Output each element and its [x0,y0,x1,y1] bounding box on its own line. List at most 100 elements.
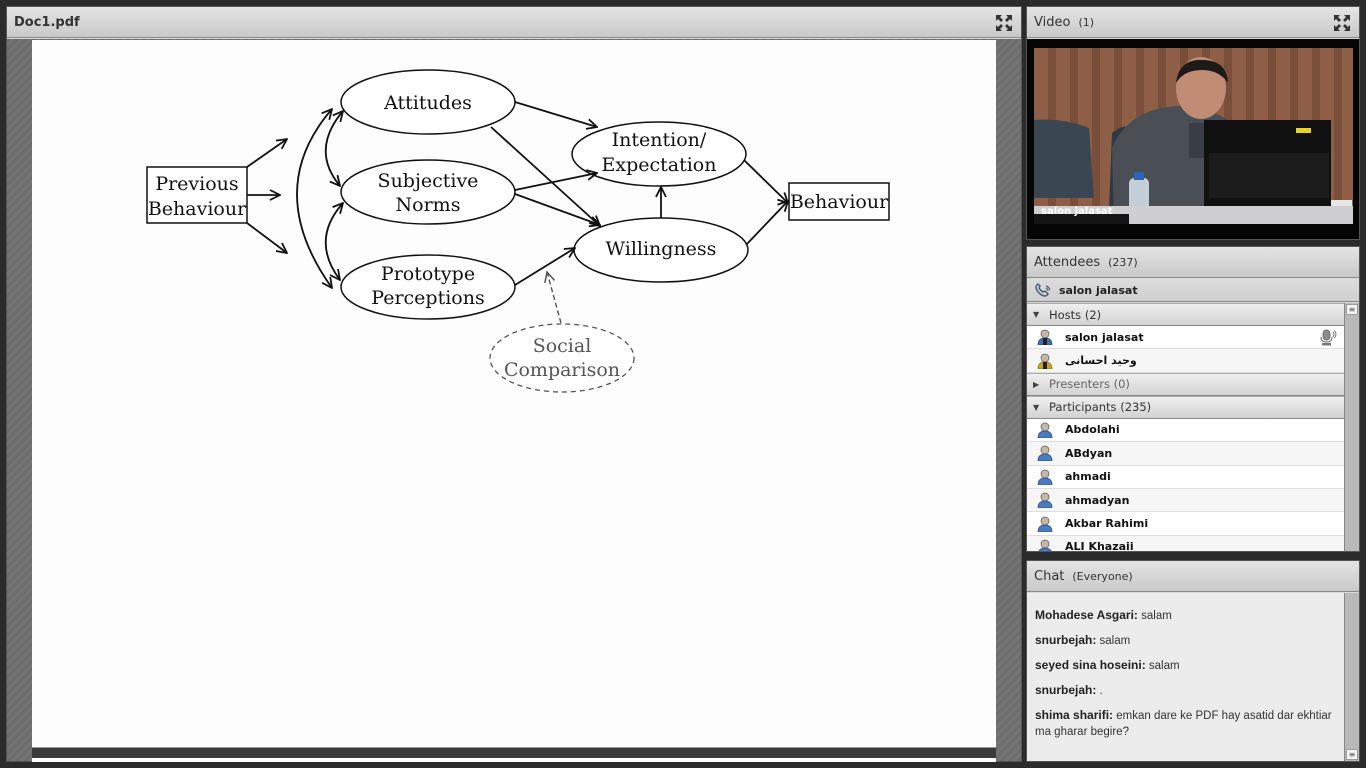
node-label: Prototype [381,263,475,285]
list-item-participant[interactable]: ahmadi [1027,465,1345,489]
attendees-pod-header: Attendees (237) [1027,247,1359,278]
arrow-intention-behaviour [743,159,788,203]
document-title: Doc1.pdf [14,14,80,30]
fullscreen-icon[interactable] [1333,14,1351,32]
node-label: Expectation [602,154,717,176]
attendee-name: ahmadi [1065,470,1111,484]
chat-text: . [1096,685,1103,697]
list-item-host[interactable]: salon jalasat [1027,326,1345,350]
chat-scrollbar[interactable]: ≡ [1344,593,1359,761]
arrow-social-comparison-dashed [547,272,562,324]
arrow-pb-down [246,222,287,253]
node-label: Social [533,335,592,357]
node-willingness: Willingness [573,217,749,283]
share-content-area: Previous Behaviour Attitudes Subjective … [7,39,1021,762]
webcam-image [1034,48,1353,224]
participant-avatar-icon [1037,469,1053,485]
arrow-proto-willingness [514,248,575,286]
chat-message: snurbejah: salam [1035,632,1337,649]
attendee-list-scrollbar[interactable]: ≡ [1344,303,1359,551]
attendee-name: ABdyan [1065,446,1113,460]
scrollbar-thumb[interactable]: ≡ [1346,304,1358,315]
chat-sender: Mohadese Asgari: [1035,608,1138,622]
participant-avatar-icon [1037,422,1053,438]
my-name: salon jalasat [1059,283,1138,297]
attendee-name: وحید احسانی [1065,354,1137,368]
host-avatar-icon [1037,353,1053,369]
group-presenters[interactable]: ▶ Presenters (0) [1027,372,1345,396]
chat-message: Mohadese Asgari: salam [1035,607,1337,624]
attendees-count: (237) [1108,255,1138,269]
webcam-label: salon jalasat [1041,206,1113,217]
node-label: Attitudes [383,92,472,114]
arrow-curve-att-proto [296,109,332,288]
arrow-pb-up [246,139,287,168]
video-title: Video [1034,14,1071,30]
participant-avatar-icon [1037,446,1053,462]
scrollbar-thumb[interactable]: ≡ [1346,749,1358,760]
pdf-page: Previous Behaviour Attitudes Subjective … [32,40,996,755]
chat-pod-header: Chat (Everyone) [1027,561,1359,592]
chat-text: salam [1096,635,1131,647]
webcam-feed[interactable] [1034,48,1353,224]
attendee-name: ahmadyan [1065,493,1130,507]
arrow-curve-sn-proto [324,203,343,280]
node-subjective-norms: Subjective Norms [340,159,516,225]
list-item-participant[interactable]: ahmadyan [1027,488,1345,513]
node-label: Willingness [606,238,717,260]
participant-avatar-icon [1038,539,1052,551]
node-label: Norms [396,194,461,216]
attendees-pod: Attendees (237) salon jalasat ▼ Hosts (2… [1026,246,1360,552]
arrow-sn-willingness [514,193,600,225]
arrow-sn-intention [514,173,597,191]
chat-title: Chat [1034,568,1065,584]
group-label: Presenters (0) [1049,377,1130,392]
chat-sender: seyed sina hoseini: [1035,658,1146,672]
chat-message: snurbejah: . [1035,682,1337,699]
node-label: Subjective [378,170,479,192]
triangle-right-icon: ▶ [1033,379,1040,389]
triangle-down-icon: ▼ [1033,402,1040,412]
list-item-participant[interactable]: Abdolahi [1027,418,1345,443]
list-item-host[interactable]: وحید احسانی [1027,349,1345,373]
group-hosts[interactable]: ▼ Hosts (2) [1027,303,1345,326]
node-attitudes: Attitudes [340,69,516,135]
fullscreen-icon[interactable] [995,14,1013,32]
participant-avatar-icon [1037,516,1053,532]
chat-pod: Chat (Everyone) Mohadese Asgari: salam s… [1026,560,1360,762]
group-label: Participants (235) [1049,400,1152,415]
chat-sender: snurbejah: [1035,683,1097,697]
node-label: Previous [155,173,238,195]
host-avatar-icon [1037,329,1053,346]
video-area: salon jalasat [1027,39,1359,239]
attendee-name: Abdolahi [1065,423,1120,437]
node-prototype-perceptions: Prototype Perceptions [340,254,516,320]
node-behaviour: Behaviour [788,182,890,221]
my-status-row[interactable]: salon jalasat [1027,279,1359,302]
pdf-scrollbar[interactable] [32,747,996,758]
chat-message: shima sharifi: emkan dare ke PDF hay asa… [1035,707,1337,740]
node-intention-expectation: Intention/ Expectation [571,121,747,187]
video-pod-header: Video (1) [1027,7,1359,38]
attendee-name: salon jalasat [1065,330,1144,344]
phone-icon [1035,283,1051,297]
triangle-down-icon: ▼ [1033,310,1040,319]
list-item-participant[interactable]: Akbar Rahimi [1027,512,1345,536]
chat-message: seyed sina hoseini: salam [1035,657,1337,674]
attendees-title: Attendees [1034,254,1101,270]
chat-scope[interactable]: (Everyone) [1072,570,1132,583]
node-label: Behaviour [148,198,247,220]
chat-sender: shima sharifi: [1035,708,1114,722]
node-label: Intention/ [612,129,707,151]
arrow-willingness-behaviour [745,201,788,246]
list-item-participant[interactable]: ALI Khazaii [1027,535,1345,551]
chat-sender: snurbejah: [1035,633,1097,647]
list-item-participant[interactable]: ABdyan [1027,442,1345,466]
arrow-curve-att-sn [324,111,343,186]
node-previous-behaviour: Previous Behaviour [146,166,248,224]
group-label: Hosts (2) [1049,307,1102,322]
node-social-comparison: Social Comparison [489,323,635,393]
group-participants[interactable]: ▼ Participants (235) [1027,395,1345,419]
chat-text: salam [1137,610,1172,622]
share-pod-header: Doc1.pdf [7,7,1021,38]
